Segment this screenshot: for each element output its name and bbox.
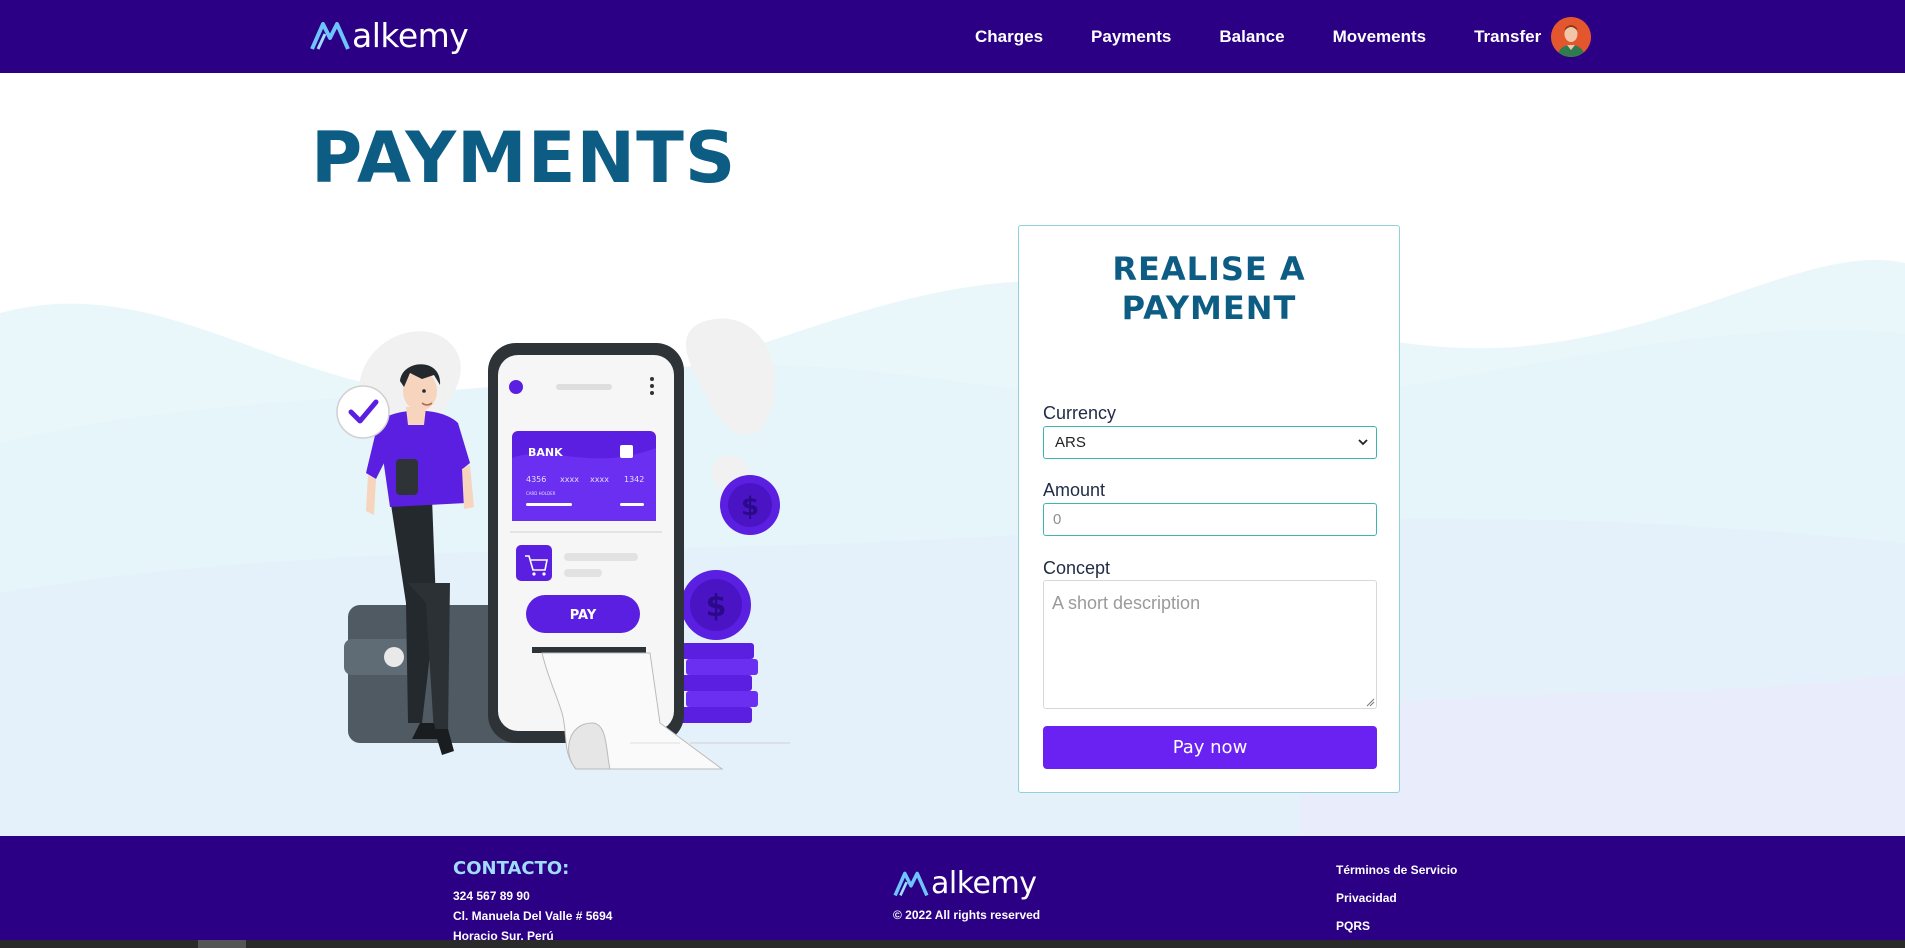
dollar-coin-small-icon: $ — [720, 475, 780, 535]
form-title: REALISE A PAYMENT — [1019, 250, 1399, 328]
nav-charges[interactable]: Charges — [975, 26, 1043, 48]
currency-label: Currency — [1043, 403, 1117, 423]
shopping-cart-icon — [516, 545, 552, 581]
nav-movements[interactable]: Movements — [1333, 26, 1427, 48]
svg-text:4356: 4356 — [526, 475, 546, 484]
resize-grip-icon[interactable] — [1366, 698, 1375, 707]
svg-text:PAY: PAY — [570, 608, 597, 623]
page-title: PAYMENTS — [311, 117, 737, 199]
main-content: PAYMENTS $ $ BANK 4356 xxxx xxxx 1342 CA… — [0, 73, 1905, 836]
chevron-down-icon — [1358, 439, 1368, 446]
user-avatar-icon — [1551, 17, 1591, 57]
site-footer: CONTACTO: 324 567 89 90 Cl. Manuela Del … — [0, 836, 1905, 948]
pay-now-button[interactable]: Pay now — [1043, 726, 1377, 769]
footer-brand-name: alkemy — [931, 866, 1037, 901]
bank-card-icon: BANK 4356 xxxx xxxx 1342 CARD HOLDER — [512, 431, 656, 521]
alkemy-logo-icon — [310, 22, 350, 50]
payment-illustration: $ $ BANK 4356 xxxx xxxx 1342 CARD HOLDER… — [336, 318, 790, 770]
svg-text:1342: 1342 — [624, 475, 644, 484]
contact-phone: 324 567 89 90 — [453, 889, 530, 903]
svg-text:$: $ — [741, 492, 759, 522]
checkmark-icon — [336, 385, 390, 439]
footer-link-privacy[interactable]: Privacidad — [1336, 891, 1397, 906]
form-title-line1: REALISE A — [1112, 250, 1306, 288]
dollar-coin-large-icon: $ — [681, 570, 751, 640]
footer-brand: alkemy — [893, 866, 1037, 902]
alkemy-logo-icon — [893, 871, 929, 897]
contact-address: Cl. Manuela Del Valle # 5694 — [453, 909, 613, 923]
horizontal-scrollbar-thumb[interactable] — [198, 940, 246, 948]
top-navbar: alkemy Charges Payments Balance Movement… — [0, 0, 1905, 73]
contact-heading: CONTACTO: — [453, 858, 570, 879]
concept-label: Concept — [1043, 558, 1111, 578]
coin-stack-icon — [680, 643, 790, 744]
main-nav: Charges Payments Balance Movements Trans… — [975, 26, 1541, 48]
footer-link-pqrs[interactable]: PQRS — [1336, 919, 1370, 934]
currency-select-value: ARS — [1055, 434, 1086, 451]
svg-text:$: $ — [706, 589, 727, 624]
svg-text:xxxx: xxxx — [560, 475, 579, 484]
payment-form-card: REALISE A PAYMENT Currency ARS Amount Co… — [1018, 225, 1400, 793]
svg-text:BANK: BANK — [528, 446, 563, 459]
amount-label: Amount — [1043, 480, 1106, 500]
bottom-scrollbar-strip — [0, 940, 1905, 948]
svg-text:xxxx: xxxx — [590, 475, 609, 484]
amount-input[interactable] — [1043, 503, 1377, 536]
nav-transfer[interactable]: Transfer — [1474, 26, 1541, 48]
copyright: © 2022 All rights reserved — [893, 908, 1041, 922]
nav-balance[interactable]: Balance — [1219, 26, 1284, 48]
pay-button-illustration: PAY — [526, 595, 640, 633]
nav-payments[interactable]: Payments — [1091, 26, 1171, 48]
background-waves — [0, 259, 1905, 836]
form-title-line2: PAYMENT — [1121, 289, 1297, 327]
svg-text:CARD HOLDER: CARD HOLDER — [526, 491, 556, 496]
bg-blob-right — [685, 318, 776, 436]
concept-textarea[interactable] — [1043, 580, 1377, 709]
brand-logo-link[interactable]: alkemy — [310, 16, 469, 56]
brand-name: alkemy — [352, 16, 469, 55]
footer-link-terms[interactable]: Términos de Servicio — [1336, 863, 1457, 878]
user-avatar[interactable] — [1551, 17, 1591, 57]
currency-select[interactable]: ARS — [1043, 426, 1377, 459]
